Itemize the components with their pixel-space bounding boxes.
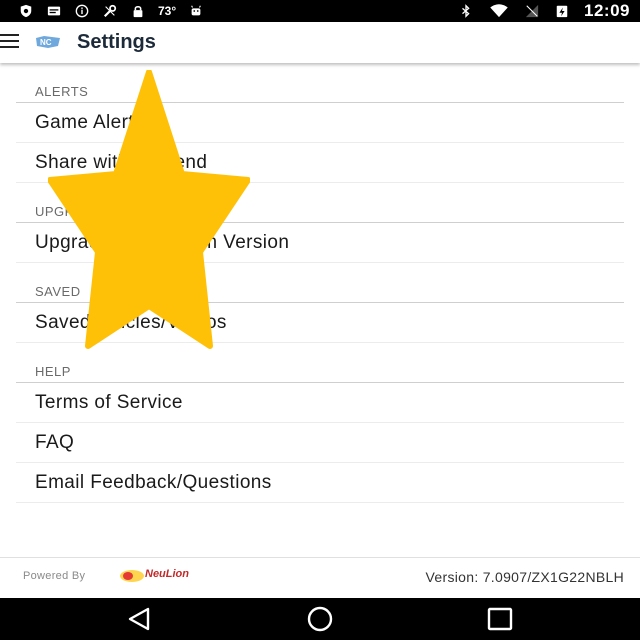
battery-charging-icon xyxy=(556,5,568,18)
email-feedback-item[interactable]: Email Feedback/Questions xyxy=(16,463,624,503)
navigation-bar xyxy=(0,598,640,640)
info-icon xyxy=(75,4,89,18)
back-icon[interactable] xyxy=(124,606,156,632)
star-icon xyxy=(48,70,250,349)
status-bar-left: 73° xyxy=(18,0,204,22)
home-icon[interactable] xyxy=(304,606,336,632)
temperature-text: 73° xyxy=(158,4,177,18)
recents-icon[interactable] xyxy=(484,606,516,632)
clock-text: 12:09 xyxy=(584,1,630,20)
android-icon xyxy=(191,5,202,16)
lock-icon xyxy=(133,5,143,18)
faq-item[interactable]: FAQ xyxy=(16,423,624,463)
hamburger-menu-icon[interactable] xyxy=(0,34,20,50)
neulion-logo: NeuLion xyxy=(145,568,189,580)
footer: Powered By NeuLion Version: 7.0907/ZX1G2… xyxy=(0,557,640,599)
nc-logo-icon: NC xyxy=(36,36,60,48)
page-title: Settings xyxy=(77,31,156,53)
wrench-icon xyxy=(103,4,117,18)
status-bar: 73° 12:09 xyxy=(0,0,640,22)
svg-text:NC: NC xyxy=(40,38,52,47)
wifi-icon xyxy=(490,4,508,18)
message-icon xyxy=(47,6,61,16)
bluetooth-icon xyxy=(462,4,470,18)
shield-icon xyxy=(20,4,32,18)
app-bar: NC Settings xyxy=(0,22,640,63)
terms-of-service-item[interactable]: Terms of Service xyxy=(16,383,624,423)
powered-by-text: Powered By xyxy=(23,570,86,582)
status-bar-right: 12:09 xyxy=(458,0,630,22)
signal-off-icon xyxy=(525,4,539,18)
version-text: Version: 7.0907/ZX1G22NBLH xyxy=(425,569,624,585)
neulion-mark-icon xyxy=(120,570,144,582)
